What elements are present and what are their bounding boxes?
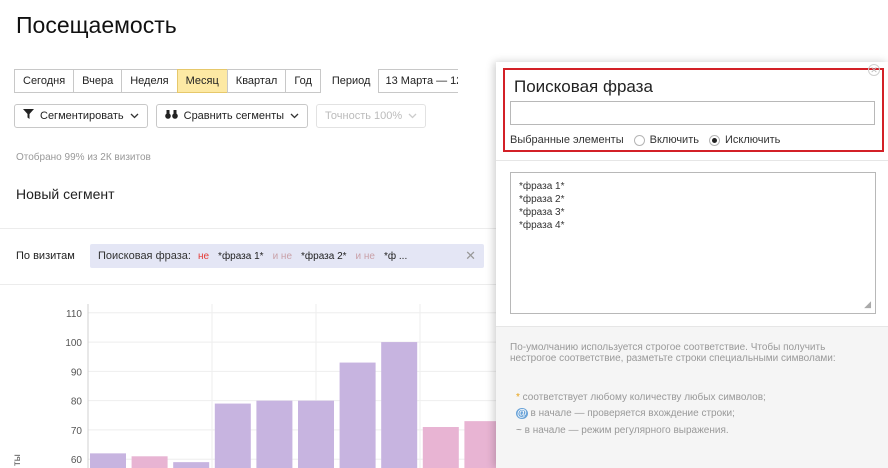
segment-toolbar: Сегментировать Сравнить сегменты Точност…	[14, 104, 434, 128]
chart-bar	[298, 400, 334, 468]
at-marker: @	[516, 408, 528, 419]
filtered-visits-text: Отобрано 99% из 2К визитов	[16, 152, 151, 163]
chevron-down-icon	[290, 105, 299, 127]
close-icon[interactable]: ✕	[465, 248, 476, 264]
segment-button[interactable]: Сегментировать	[14, 104, 148, 128]
close-icon[interactable]: ✕	[868, 64, 880, 76]
selection-mode-row: Выбранные элементы Включить Исключить	[510, 134, 780, 146]
period-month-button[interactable]: Месяц	[176, 69, 228, 93]
chart-bar	[131, 456, 168, 468]
help-item-text: соответствует любому количеству любых си…	[519, 392, 766, 403]
filter-chip[interactable]: Поисковая фраза: не *фраза 1* и не *фраз…	[90, 244, 484, 268]
chart-bar	[339, 362, 376, 468]
y-tick-label: 70	[71, 426, 83, 437]
resize-handle-icon[interactable]: ◢	[864, 298, 871, 311]
popup-title: Поисковая фраза	[514, 77, 653, 96]
divider	[0, 284, 496, 285]
chart-bar	[173, 462, 210, 468]
chevron-down-icon	[130, 105, 139, 127]
compare-segments-label: Сравнить сегменты	[183, 110, 285, 122]
y-axis-label: ты	[12, 454, 23, 466]
help-item: @ в начале — проверяется вхождение строк…	[516, 408, 735, 419]
phrase-line: *фраза 1*	[519, 181, 565, 192]
chevron-down-icon	[408, 105, 417, 127]
phrases-textarea[interactable]: *фраза 1* *фраза 2* *фраза 3* *фраза 4* …	[510, 172, 876, 314]
selected-elements-label: Выбранные элементы	[510, 134, 624, 146]
filter-key: Поисковая фраза:	[98, 250, 191, 262]
period-week-button[interactable]: Неделя	[121, 69, 178, 93]
y-tick-label: 90	[71, 367, 83, 378]
period-selector: Сегодня Вчера Неделя Месяц Квартал Год П…	[14, 68, 459, 94]
page-title: Посещаемость	[16, 12, 177, 38]
filter-value: *фраза 2*	[301, 250, 347, 262]
period-today-button[interactable]: Сегодня	[14, 69, 75, 93]
filter-conjunction: и не	[272, 250, 293, 262]
help-text: По-умолчанию используется строгое соотве…	[510, 342, 836, 364]
chart-bar	[214, 403, 251, 468]
filter-icon	[23, 105, 34, 127]
compare-segments-button[interactable]: Сравнить сегменты	[155, 104, 309, 128]
y-tick-label: 60	[71, 455, 83, 466]
binoculars-icon	[164, 105, 178, 127]
exclude-radio[interactable]	[708, 134, 720, 146]
include-radio[interactable]	[633, 134, 645, 146]
phrase-search-input[interactable]	[510, 101, 875, 125]
help-item-text: в начале — проверяется вхождение строки;	[527, 408, 735, 419]
segment-button-label: Сегментировать	[40, 110, 124, 122]
help-item: ~ в начале — режим регулярного выражения…	[516, 425, 729, 436]
divider	[0, 228, 496, 229]
period-label: Период	[331, 75, 371, 87]
filter-value: *ф ...	[383, 250, 408, 262]
filter-scope-label: По визитам	[16, 250, 75, 262]
phrase-line: *фраза 3*	[519, 207, 565, 218]
visits-chart: 60 70 80 90 100 110 ты	[12, 304, 496, 468]
phrase-line: *фраза 2*	[519, 194, 565, 205]
accuracy-label: Точность 100%	[325, 110, 403, 122]
filter-value: *фраза 1*	[218, 250, 264, 262]
help-item: * соответствует любому количеству любых …	[516, 392, 766, 403]
chart-bar	[464, 421, 496, 468]
chart-bar	[381, 342, 418, 468]
include-label[interactable]: Включить	[650, 134, 699, 146]
filter-negation: не	[197, 250, 210, 262]
divider	[496, 160, 888, 161]
period-year-button[interactable]: Год	[285, 69, 321, 93]
y-tick-label: 80	[71, 397, 83, 408]
exclude-label[interactable]: Исключить	[725, 134, 780, 146]
y-tick-label: 110	[66, 309, 82, 320]
help-item-text: в начале — режим регулярного выражения.	[521, 425, 729, 436]
period-yesterday-button[interactable]: Вчера	[73, 69, 123, 93]
chart-bar	[256, 400, 293, 468]
date-range-field[interactable]: 13 Марта — 12	[378, 69, 459, 93]
accuracy-button[interactable]: Точность 100%	[316, 104, 427, 128]
phrase-line: *фраза 4*	[519, 220, 565, 231]
period-quarter-button[interactable]: Квартал	[226, 69, 287, 93]
chart-bar	[90, 453, 126, 468]
segment-title: Новый сегмент	[16, 186, 115, 202]
chart-bar	[422, 427, 459, 468]
filter-conjunction: и не	[355, 250, 375, 262]
y-tick-label: 100	[65, 338, 82, 349]
